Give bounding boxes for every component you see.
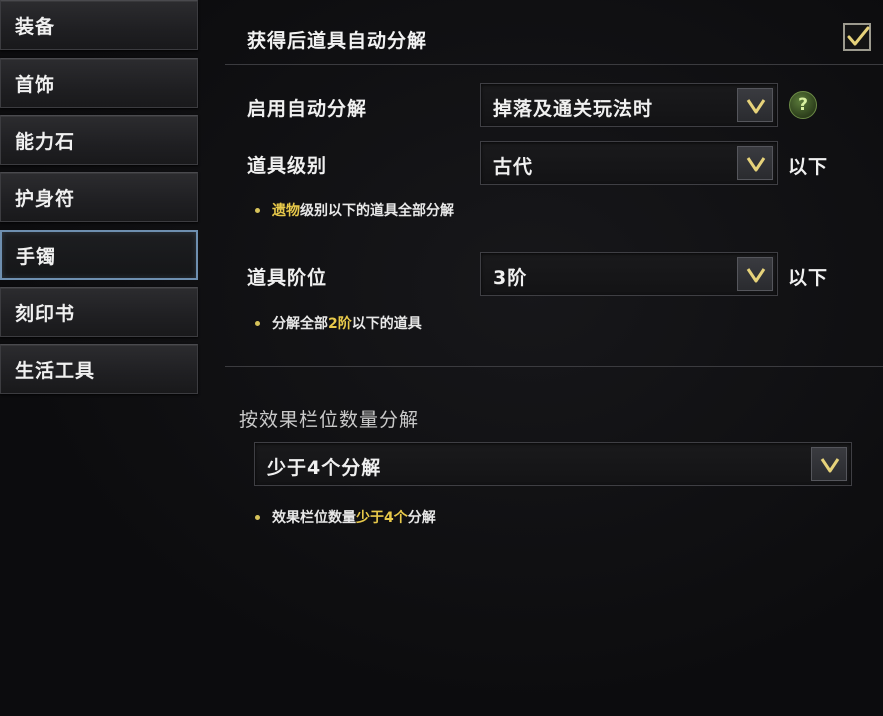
enable-dropdown-value: 掉落及通关玩法时: [493, 98, 654, 120]
grade-dropdown[interactable]: 古代: [480, 141, 778, 185]
grade-dropdown-arrow[interactable]: [737, 146, 773, 180]
chevron-down-icon: [820, 458, 840, 473]
enable-label: 启用自动分解: [247, 98, 368, 120]
auto-decompose-title: 获得后道具自动分解: [247, 30, 428, 52]
sidebar-item-equipment[interactable]: 装备: [0, 0, 198, 50]
grade-label: 道具级别: [247, 155, 328, 177]
tier-suffix: 以下: [788, 267, 829, 289]
grade-note: 遗物 级别以下的道具全部分解: [255, 200, 454, 220]
effect-slots-note-prefix: 效果栏位数量: [272, 510, 356, 526]
tier-note: 分解全部 2阶 以下的道具: [255, 313, 422, 333]
tier-dropdown-arrow[interactable]: [737, 257, 773, 291]
effect-slots-dropdown-arrow[interactable]: [811, 447, 847, 481]
sidebar-item-label: 生活工具: [15, 359, 96, 382]
tier-dropdown-value: 3阶: [493, 267, 528, 289]
sidebar-item-engraving-book[interactable]: 刻印书: [0, 287, 198, 337]
sidebar-item-label: 装备: [15, 15, 56, 38]
window: 装备 首饰 能力石 护身符 手镯 刻印书 生活工具 获得后道具自动分解 启用自动…: [0, 0, 883, 716]
tier-label: 道具阶位: [247, 267, 328, 289]
tier-dropdown[interactable]: 3阶: [480, 252, 778, 296]
check-icon: [847, 26, 870, 46]
effect-slots-dropdown-value: 少于4个分解: [267, 457, 382, 479]
sidebar-item-label: 手镯: [16, 245, 57, 268]
sidebar-item-ability-stone[interactable]: 能力石: [0, 115, 198, 165]
sidebar-item-label: 护身符: [15, 187, 76, 210]
settings-panel: 获得后道具自动分解 启用自动分解 掉落及通关玩法时 ? 道具级别 古代 以下 遗…: [225, 0, 883, 716]
effect-slots-note-text: 分解: [407, 510, 436, 526]
effect-slots-title: 按效果栏位数量分解: [239, 409, 420, 431]
grade-note-text: 级别以下的道具全部分解: [300, 203, 454, 219]
effect-slots-note-highlight: 少于4个: [356, 510, 408, 526]
sidebar-item-bracelet[interactable]: 手镯: [0, 230, 198, 280]
header-divider: [225, 64, 883, 65]
section-divider: [225, 366, 883, 367]
question-mark-icon[interactable]: ?: [789, 91, 817, 119]
grade-suffix: 以下: [788, 156, 829, 178]
tier-note-prefix: 分解全部: [272, 316, 328, 332]
grade-note-highlight: 遗物: [272, 203, 300, 219]
tier-note-text: 以下的道具: [351, 316, 422, 332]
effect-slots-note: 效果栏位数量 少于4个 分解: [255, 507, 436, 527]
sidebar-item-label: 刻印书: [15, 302, 76, 325]
enable-dropdown[interactable]: 掉落及通关玩法时: [480, 83, 778, 127]
sidebar-item-label: 首饰: [15, 73, 56, 96]
sidebar-item-accessories[interactable]: 首饰: [0, 58, 198, 108]
bullet-icon: [255, 207, 260, 213]
tier-note-highlight: 2阶: [328, 316, 352, 332]
bullet-icon: [255, 320, 260, 326]
sidebar-item-label: 能力石: [15, 130, 76, 153]
enable-dropdown-arrow[interactable]: [737, 88, 773, 122]
auto-decompose-checkbox[interactable]: [843, 23, 871, 51]
chevron-down-icon: [746, 268, 766, 283]
sidebar-item-life-tools[interactable]: 生活工具: [0, 344, 198, 394]
auto-decompose-row: 获得后道具自动分解: [225, 18, 883, 58]
effect-slots-dropdown[interactable]: 少于4个分解: [254, 442, 852, 486]
chevron-down-icon: [746, 157, 766, 172]
chevron-down-icon: [746, 99, 766, 114]
sidebar-item-amulet[interactable]: 护身符: [0, 172, 198, 222]
grade-dropdown-value: 古代: [493, 156, 534, 178]
bullet-icon: [255, 514, 260, 520]
